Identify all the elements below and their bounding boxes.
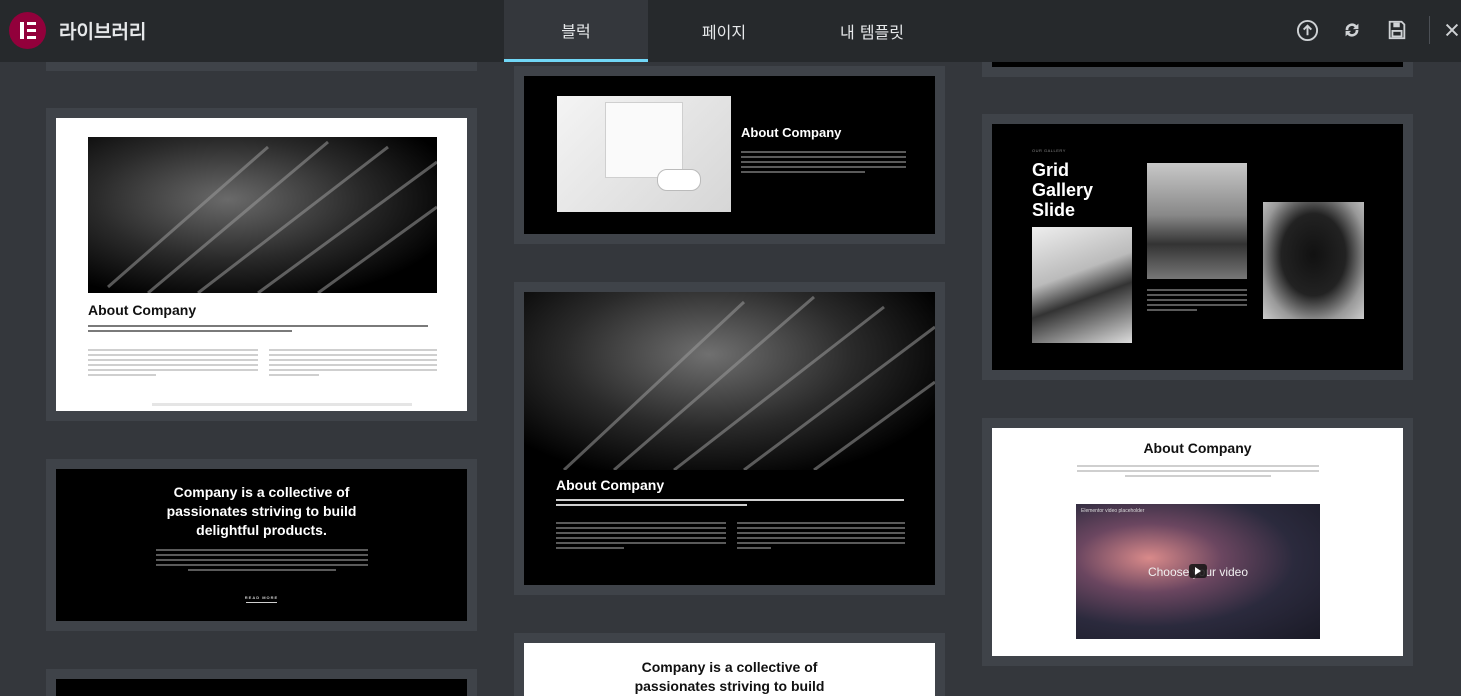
heading-line: delightful products. bbox=[196, 522, 327, 538]
body-text bbox=[1147, 289, 1247, 314]
body-text bbox=[156, 549, 368, 574]
template-card-collective-white[interactable]: Company is a collective of passionates s… bbox=[514, 633, 945, 696]
heading-line: passionates striving to build bbox=[166, 503, 357, 519]
product-photo bbox=[557, 96, 731, 212]
template-thumbnail: About Company bbox=[524, 76, 935, 234]
tab-pages[interactable]: 페이지 bbox=[654, 0, 794, 62]
template-thumbnail: Company is a collective of passionates s… bbox=[56, 469, 467, 621]
video-placeholder: Elementor video placeholder Choose your … bbox=[1076, 504, 1320, 639]
body-text bbox=[269, 349, 437, 379]
body-text bbox=[741, 151, 906, 176]
template-card-about-video[interactable]: About Company Elementor video placeholde… bbox=[982, 418, 1413, 666]
gallery-heading: Grid Gallery Slide bbox=[1032, 160, 1093, 220]
tab-my-templates[interactable]: 내 템플릿 bbox=[800, 0, 944, 62]
video-placeholder-label: Elementor video placeholder bbox=[1081, 508, 1145, 514]
template-card-about-dark[interactable]: About Company bbox=[514, 282, 945, 595]
save-icon[interactable] bbox=[1385, 18, 1409, 42]
template-card-partial-bottom-left[interactable] bbox=[46, 669, 477, 696]
library-title: 라이브러리 bbox=[59, 21, 147, 43]
body-text bbox=[556, 499, 904, 509]
body-text bbox=[88, 349, 258, 379]
tab-blocks[interactable]: 블럭 bbox=[504, 0, 648, 62]
upload-icon[interactable] bbox=[1295, 18, 1319, 42]
console-shape bbox=[605, 102, 683, 178]
gallery-image-person bbox=[1147, 163, 1247, 279]
template-card-gallery[interactable]: OUR GALLERY Grid Gallery Slide bbox=[982, 114, 1413, 380]
library-header: 라이브러리 블럭 페이지 내 템플릿 bbox=[0, 0, 1461, 62]
tab-blocks-label: 블럭 bbox=[561, 21, 591, 41]
template-thumbnail: About Company Elementor video placeholde… bbox=[992, 428, 1403, 656]
block-heading: About Company bbox=[88, 302, 197, 318]
heading-line: Grid bbox=[1032, 160, 1070, 180]
body-text bbox=[1077, 465, 1319, 480]
controller-shape bbox=[657, 169, 701, 191]
heading-line: Company is a collective of bbox=[641, 659, 818, 675]
template-card-collective-dark[interactable]: Company is a collective of passionates s… bbox=[46, 459, 477, 631]
template-card-about-product[interactable]: About Company bbox=[514, 66, 945, 244]
block-heading: About Company bbox=[741, 125, 842, 140]
template-thumbnail: About Company bbox=[56, 118, 467, 411]
header-divider bbox=[1429, 16, 1430, 44]
template-thumbnail bbox=[992, 62, 1403, 67]
sync-icon[interactable] bbox=[1340, 18, 1364, 42]
template-thumbnail: OUR GALLERY Grid Gallery Slide bbox=[992, 124, 1403, 370]
block-heading: About Company bbox=[556, 477, 665, 493]
library-photo bbox=[524, 292, 935, 470]
body-text bbox=[556, 522, 726, 552]
heading-line: Gallery bbox=[1032, 180, 1094, 200]
template-thumbnail: Company is a collective of passionates s… bbox=[524, 643, 935, 696]
template-thumbnail: About Company bbox=[524, 292, 935, 585]
template-card-partial-top-left[interactable] bbox=[46, 62, 477, 71]
gallery-image-umbrella bbox=[1263, 202, 1364, 319]
body-text bbox=[737, 522, 905, 552]
template-thumbnail bbox=[56, 679, 467, 696]
underline bbox=[246, 602, 277, 603]
heading-line: Slide bbox=[1032, 200, 1076, 220]
divider bbox=[152, 403, 412, 406]
tab-pages-label: 페이지 bbox=[701, 23, 747, 42]
gallery-image-building bbox=[1032, 227, 1132, 343]
heading-line: passionates striving to build bbox=[634, 678, 825, 694]
template-card-about-white[interactable]: About Company bbox=[46, 108, 477, 421]
gallery-eyebrow: OUR GALLERY bbox=[1032, 148, 1066, 153]
heading-line: Company is a collective of bbox=[173, 484, 350, 500]
play-icon bbox=[1189, 564, 1207, 578]
read-more-link: READ MORE bbox=[244, 595, 279, 600]
body-text bbox=[88, 325, 428, 335]
close-icon[interactable] bbox=[1443, 18, 1461, 42]
elementor-logo-icon bbox=[9, 12, 46, 49]
block-heading: Company is a collective of passionates s… bbox=[524, 658, 935, 696]
tab-my-templates-label: 내 템플릿 bbox=[840, 23, 904, 42]
library-photo bbox=[88, 137, 437, 293]
block-heading: About Company bbox=[1143, 440, 1252, 456]
template-card-partial-top-right[interactable] bbox=[982, 62, 1413, 77]
block-heading: Company is a collective of passionates s… bbox=[56, 483, 467, 540]
